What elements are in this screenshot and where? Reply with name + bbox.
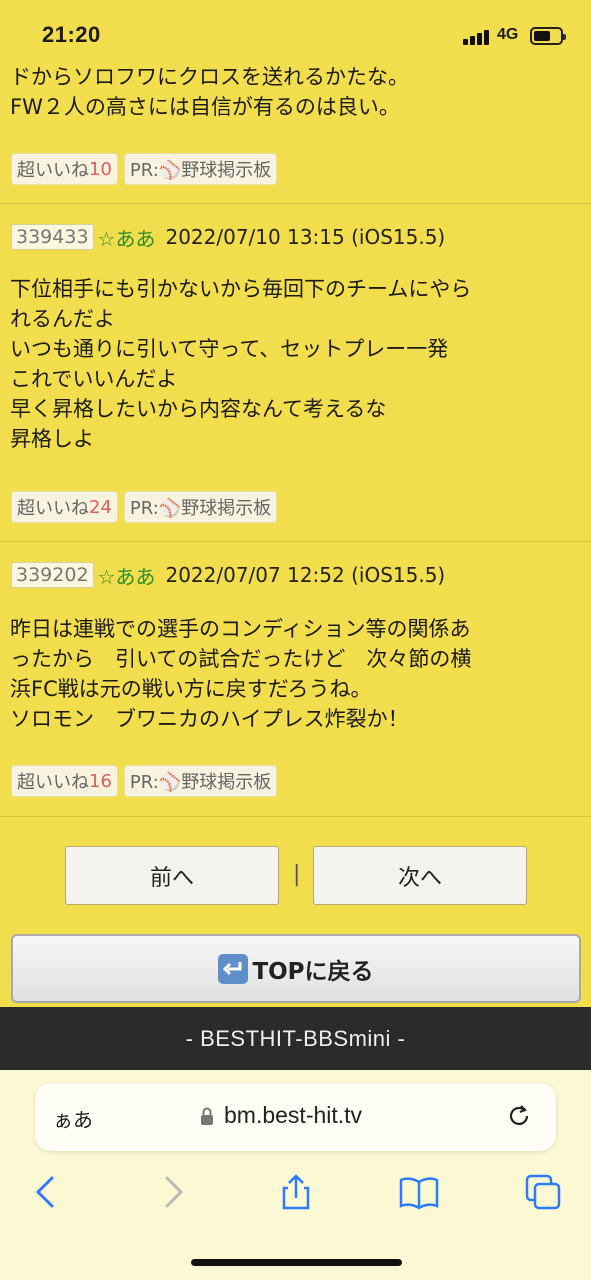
prev-page-button[interactable]: 前へ xyxy=(65,846,279,905)
site-footer: - BESTHIT-BBSmini - xyxy=(0,1007,591,1070)
share-icon[interactable] xyxy=(276,1174,316,1210)
post-tags: 超いいね 16 PR:⚾野球掲示板 xyxy=(11,765,278,797)
poster-name: ☆ああ xyxy=(97,226,156,251)
post-body: 下位相手にも引かないから毎回下のチームにやら れるんだよ いつも通りに引いて守っ… xyxy=(10,277,472,451)
poster-name: ☆ああ xyxy=(97,564,156,589)
post-header: 339433 ☆ああ 2022/07/10 13:15 (iOS15.5) xyxy=(11,222,445,252)
url-text: bm.best-hit.tv xyxy=(224,1102,363,1128)
address-bar[interactable]: ぁあ bm.best-hit.tv xyxy=(35,1083,556,1151)
lock-icon xyxy=(201,1107,213,1125)
super-like-button[interactable]: 超いいね 16 xyxy=(11,765,118,797)
cellular-signal-icon xyxy=(463,29,491,45)
pagination-separator: | xyxy=(293,862,301,887)
next-page-button[interactable]: 次へ xyxy=(313,846,527,905)
super-like-count: 16 xyxy=(89,770,112,792)
post-number[interactable]: 339202 xyxy=(11,562,94,588)
post-tags: 超いいね 10 PR:⚾野球掲示板 xyxy=(11,153,278,185)
back-icon[interactable] xyxy=(26,1174,66,1210)
super-like-button[interactable]: 超いいね 10 xyxy=(11,153,118,185)
forward-icon[interactable] xyxy=(153,1174,193,1210)
post-tags: 超いいね 24 PR:⚾野球掲示板 xyxy=(11,491,278,523)
return-arrow-icon xyxy=(218,953,249,984)
super-like-count: 10 xyxy=(89,158,112,180)
page-settings-button[interactable]: ぁあ xyxy=(53,1104,93,1133)
pr-link[interactable]: PR:⚾野球掲示板 xyxy=(123,765,278,797)
clock: 21:20 xyxy=(42,22,101,47)
divider xyxy=(0,816,591,817)
back-to-top-label: TOPに戻る xyxy=(252,958,374,985)
post-body: ドからソロフワにクロスを送れるかたな。 FW２人の高さには自信が有るのは良い。 xyxy=(10,65,409,119)
battery-icon xyxy=(530,27,566,45)
reload-icon[interactable] xyxy=(504,1101,534,1131)
status-bar: 21:20 4G xyxy=(0,0,591,62)
post-date: 2022/07/07 12:52 (iOS15.5) xyxy=(165,563,446,587)
post-date: 2022/07/10 13:15 (iOS15.5) xyxy=(165,225,446,249)
bookmarks-icon[interactable] xyxy=(399,1174,439,1210)
pr-link[interactable]: PR:⚾野球掲示板 xyxy=(123,491,278,523)
tabs-icon[interactable] xyxy=(524,1174,564,1210)
super-like-button[interactable]: 超いいね 24 xyxy=(11,491,118,523)
divider xyxy=(0,203,591,204)
super-like-label: 超いいね xyxy=(17,160,89,181)
post-body: 昨日は連戦での選手のコンディション等の関係あ ったから 引いての試合だったけど … xyxy=(10,617,472,731)
home-indicator xyxy=(191,1259,402,1266)
divider xyxy=(0,541,591,542)
post-number[interactable]: 339433 xyxy=(11,224,94,250)
super-like-label: 超いいね xyxy=(17,772,89,793)
super-like-count: 24 xyxy=(89,496,112,518)
network-type: 4G xyxy=(497,26,519,43)
post-header: 339202 ☆ああ 2022/07/07 12:52 (iOS15.5) xyxy=(11,560,445,590)
super-like-label: 超いいね xyxy=(17,498,89,519)
pr-link[interactable]: PR:⚾野球掲示板 xyxy=(123,153,278,185)
back-to-top-button[interactable]: TOPに戻る xyxy=(11,934,581,1003)
